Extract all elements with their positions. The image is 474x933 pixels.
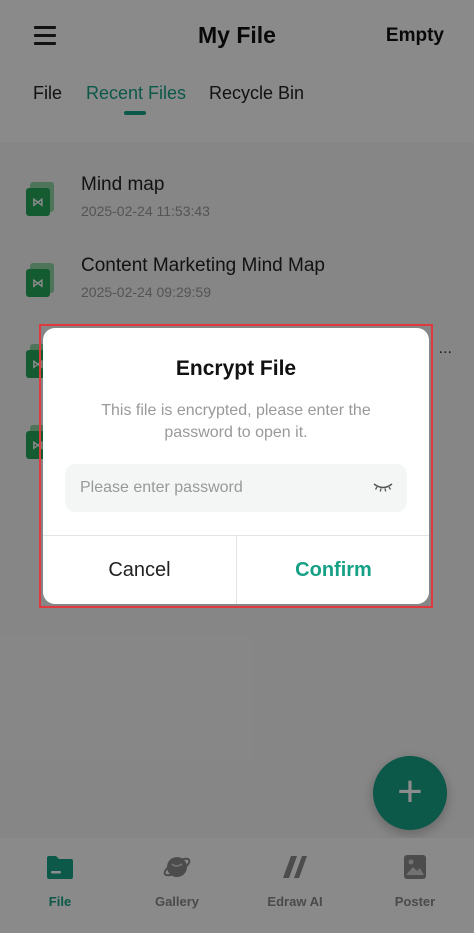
dialog-title: Encrypt File — [175, 357, 297, 380]
eye-closed-icon[interactable] — [373, 481, 393, 493]
screen: My File Empty File Recent Files Recycle … — [0, 0, 474, 933]
password-input[interactable] — [65, 464, 370, 512]
password-field[interactable] — [65, 464, 407, 512]
confirm-button[interactable]: Confirm — [237, 536, 429, 604]
encrypt-file-dialog: Encrypt File This file is encrypted, ple… — [43, 328, 429, 604]
cancel-button[interactable]: Cancel — [43, 536, 236, 604]
dialog-message: This file is encrypted, please enter the… — [101, 402, 371, 441]
